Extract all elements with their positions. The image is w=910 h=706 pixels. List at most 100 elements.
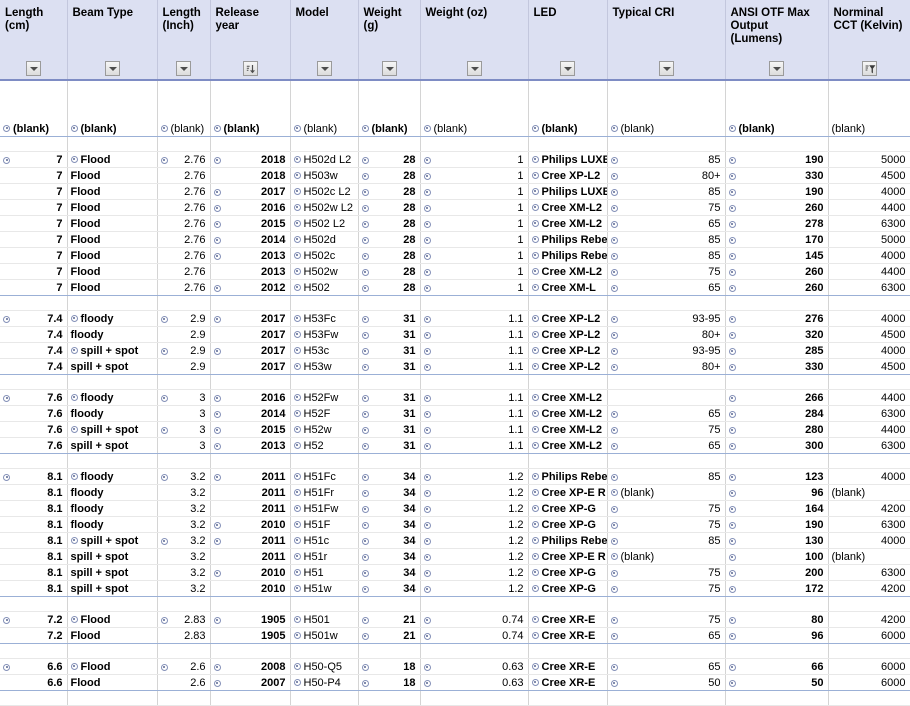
filter-dropdown-icon[interactable] (381, 60, 397, 76)
expand-marker-icon[interactable] (610, 268, 618, 276)
expand-marker-icon[interactable] (423, 204, 431, 212)
expand-marker-icon[interactable] (70, 615, 78, 623)
expand-marker-icon[interactable] (213, 124, 221, 132)
expand-marker-icon[interactable] (531, 472, 539, 480)
expand-marker-icon[interactable] (361, 473, 369, 481)
expand-marker-icon[interactable] (293, 362, 301, 370)
expand-marker-icon[interactable] (728, 394, 736, 402)
expand-marker-icon[interactable] (160, 156, 168, 164)
filter-dropdown-icon[interactable] (466, 60, 482, 76)
expand-marker-icon[interactable] (610, 537, 618, 545)
expand-marker-icon[interactable] (728, 679, 736, 687)
expand-marker-icon[interactable] (610, 442, 618, 450)
expand-marker-icon[interactable] (3, 315, 10, 323)
expand-marker-icon[interactable] (423, 632, 431, 640)
expand-marker-icon[interactable] (213, 569, 221, 577)
expand-marker-icon[interactable] (531, 678, 539, 686)
expand-marker-icon[interactable] (531, 330, 539, 338)
expand-marker-icon[interactable] (423, 521, 431, 529)
expand-marker-icon[interactable] (361, 537, 369, 545)
expand-marker-icon[interactable] (213, 252, 221, 260)
expand-marker-icon[interactable] (213, 663, 221, 671)
expand-marker-icon[interactable] (423, 124, 431, 132)
expand-marker-icon[interactable] (361, 124, 369, 132)
expand-marker-icon[interactable] (361, 172, 369, 180)
expand-marker-icon[interactable] (70, 346, 78, 354)
expand-marker-icon[interactable] (728, 252, 736, 260)
expand-marker-icon[interactable] (423, 347, 431, 355)
expand-marker-icon[interactable] (531, 425, 539, 433)
expand-marker-icon[interactable] (728, 569, 736, 577)
expand-marker-icon[interactable] (610, 426, 618, 434)
expand-marker-icon[interactable] (728, 236, 736, 244)
expand-marker-icon[interactable] (293, 155, 301, 163)
expand-marker-icon[interactable] (213, 537, 221, 545)
expand-marker-icon[interactable] (160, 537, 168, 545)
expand-marker-icon[interactable] (610, 347, 618, 355)
expand-marker-icon[interactable] (610, 616, 618, 624)
expand-marker-icon[interactable] (610, 284, 618, 292)
expand-marker-icon[interactable] (610, 363, 618, 371)
expand-marker-icon[interactable] (361, 331, 369, 339)
expand-marker-icon[interactable] (531, 584, 539, 592)
expand-marker-icon[interactable] (728, 489, 736, 497)
expand-marker-icon[interactable] (361, 220, 369, 228)
expand-marker-icon[interactable] (728, 632, 736, 640)
expand-marker-icon[interactable] (531, 536, 539, 544)
expand-marker-icon[interactable] (361, 347, 369, 355)
expand-marker-icon[interactable] (361, 410, 369, 418)
expand-marker-icon[interactable] (423, 410, 431, 418)
expand-marker-icon[interactable] (213, 315, 221, 323)
expand-marker-icon[interactable] (610, 505, 618, 513)
expand-marker-icon[interactable] (531, 267, 539, 275)
expand-marker-icon[interactable] (293, 441, 301, 449)
expand-marker-icon[interactable] (293, 171, 301, 179)
expand-marker-icon[interactable] (213, 616, 221, 624)
expand-marker-icon[interactable] (531, 409, 539, 417)
expand-marker-icon[interactable] (728, 616, 736, 624)
expand-marker-icon[interactable] (293, 425, 301, 433)
expand-marker-icon[interactable] (70, 155, 78, 163)
expand-marker-icon[interactable] (70, 662, 78, 670)
expand-marker-icon[interactable] (213, 473, 221, 481)
expand-marker-icon[interactable] (728, 410, 736, 418)
expand-marker-icon[interactable] (728, 426, 736, 434)
expand-marker-icon[interactable] (361, 489, 369, 497)
expand-marker-icon[interactable] (70, 536, 78, 544)
expand-marker-icon[interactable] (293, 584, 301, 592)
expand-marker-icon[interactable] (728, 505, 736, 513)
expand-marker-icon[interactable] (531, 235, 539, 243)
expand-marker-icon[interactable] (728, 363, 736, 371)
expand-marker-icon[interactable] (423, 553, 431, 561)
expand-marker-icon[interactable] (423, 172, 431, 180)
expand-marker-icon[interactable] (160, 394, 168, 402)
expand-marker-icon[interactable] (423, 585, 431, 593)
expand-marker-icon[interactable] (361, 156, 369, 164)
expand-marker-icon[interactable] (213, 236, 221, 244)
expand-marker-icon[interactable] (423, 426, 431, 434)
expand-marker-icon[interactable] (423, 679, 431, 687)
expand-marker-icon[interactable] (293, 267, 301, 275)
expand-marker-icon[interactable] (728, 473, 736, 481)
expand-marker-icon[interactable] (423, 616, 431, 624)
expand-marker-icon[interactable] (361, 616, 369, 624)
expand-marker-icon[interactable] (531, 219, 539, 227)
expand-marker-icon[interactable] (728, 537, 736, 545)
expand-marker-icon[interactable] (70, 425, 78, 433)
expand-marker-icon[interactable] (610, 569, 618, 577)
expand-marker-icon[interactable] (160, 616, 168, 624)
expand-marker-icon[interactable] (361, 585, 369, 593)
expand-marker-icon[interactable] (361, 426, 369, 434)
expand-marker-icon[interactable] (610, 410, 618, 418)
filter-dropdown-icon[interactable] (104, 60, 120, 76)
expand-marker-icon[interactable] (160, 426, 168, 434)
expand-marker-icon[interactable] (728, 188, 736, 196)
expand-marker-icon[interactable] (610, 220, 618, 228)
expand-marker-icon[interactable] (361, 569, 369, 577)
expand-marker-icon[interactable] (70, 472, 78, 480)
expand-marker-icon[interactable] (293, 552, 301, 560)
expand-marker-icon[interactable] (293, 251, 301, 259)
filter-dropdown-icon[interactable] (769, 60, 784, 76)
expand-marker-icon[interactable] (423, 268, 431, 276)
expand-marker-icon[interactable] (213, 188, 221, 196)
